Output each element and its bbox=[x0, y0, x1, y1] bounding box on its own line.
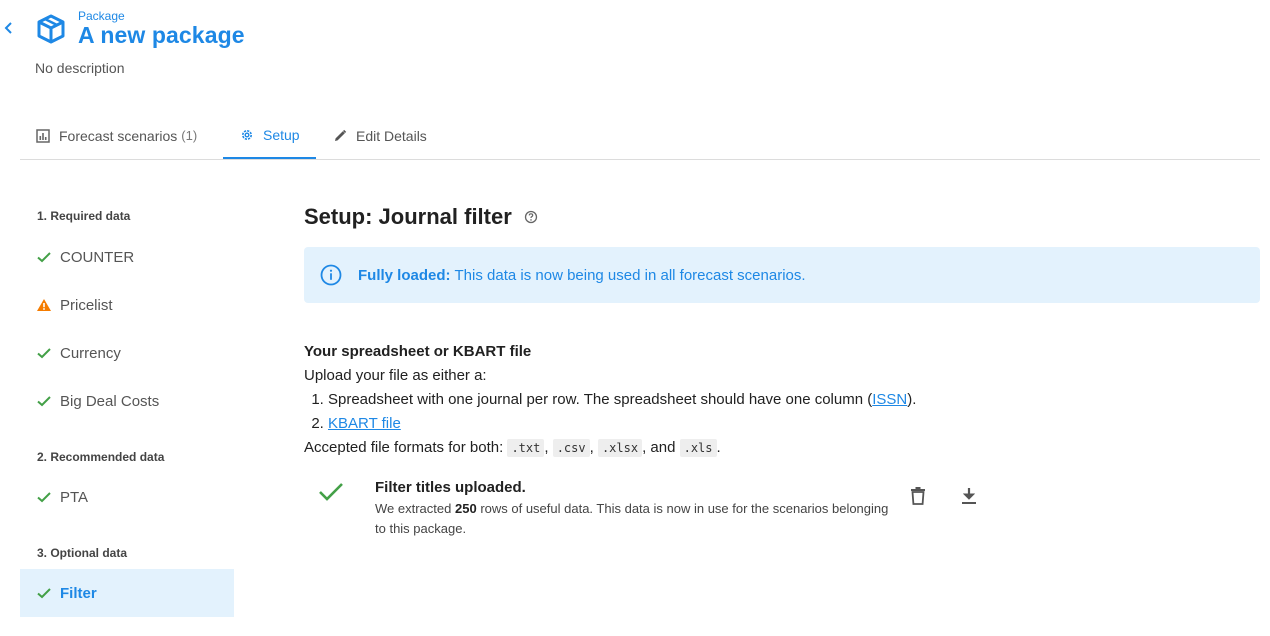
format-code: .xlsx bbox=[597, 439, 643, 457]
sidebar-item-pricelist[interactable]: Pricelist bbox=[20, 281, 234, 329]
download-button[interactable] bbox=[955, 482, 983, 510]
tab-label: Edit Details bbox=[356, 127, 427, 144]
chevron-left-icon bbox=[4, 22, 12, 34]
check-icon bbox=[36, 251, 52, 263]
download-icon bbox=[962, 488, 976, 504]
upload-intro: Upload your file as either a: bbox=[304, 367, 487, 384]
sidebar-item-label: Currency bbox=[60, 344, 121, 362]
page-title: A new package bbox=[78, 22, 245, 48]
check-icon bbox=[36, 491, 52, 503]
tab-bar: Forecast scenarios (1) Setup Edit Detail… bbox=[20, 112, 1260, 160]
option-text: Spreadsheet with one journal per row. Th… bbox=[328, 391, 873, 408]
check-icon bbox=[319, 483, 343, 501]
format-code: .csv bbox=[552, 439, 590, 457]
uploaded-file-status: Filter titles uploaded. We extracted 250… bbox=[304, 478, 1004, 542]
list-item: Spreadsheet with one journal per row. Th… bbox=[328, 388, 1004, 412]
and-word: and bbox=[650, 439, 676, 456]
tab-label: Setup bbox=[263, 126, 300, 143]
info-icon bbox=[320, 264, 342, 286]
kbart-file-link[interactable]: KBART file bbox=[328, 415, 401, 432]
sidebar-item-label: PTA bbox=[60, 488, 89, 506]
package-icon bbox=[37, 14, 65, 44]
sidebar-item-filter[interactable]: Filter bbox=[20, 569, 234, 617]
upload-heading: Your spreadsheet or KBART file bbox=[304, 343, 532, 360]
sidebar-heading-required: 1. Required data bbox=[37, 209, 131, 223]
sidebar-heading-optional: 3. Optional data bbox=[37, 546, 128, 560]
sidebar-item-label: Pricelist bbox=[60, 296, 113, 314]
check-icon bbox=[36, 395, 52, 407]
package-description: No description bbox=[35, 60, 125, 76]
bar-chart-icon bbox=[36, 128, 50, 143]
back-button[interactable] bbox=[0, 18, 18, 38]
pencil-icon bbox=[335, 129, 347, 141]
status-alert: Fully loaded: This data is now being use… bbox=[304, 247, 1260, 303]
row-count: 250 bbox=[454, 501, 477, 516]
help-icon[interactable] bbox=[524, 210, 538, 224]
sidebar-item-currency[interactable]: Currency bbox=[20, 329, 234, 377]
gear-icon bbox=[242, 129, 252, 140]
sidebar-item-counter[interactable]: COUNTER bbox=[20, 233, 234, 281]
sidebar-item-pta[interactable]: PTA bbox=[20, 473, 234, 521]
tab-label: Forecast scenarios bbox=[59, 127, 178, 144]
alert-strong: Fully loaded: bbox=[358, 266, 451, 284]
warning-icon bbox=[36, 298, 52, 312]
accepted-formats: Accepted file formats for both: .txt, .c… bbox=[304, 439, 721, 457]
upload-status-description: We extracted 250 rows of useful data. Th… bbox=[375, 499, 895, 539]
check-icon bbox=[36, 347, 52, 359]
sidebar-item-label: Filter bbox=[60, 584, 97, 602]
check-icon bbox=[36, 587, 52, 599]
list-item: KBART file bbox=[328, 412, 1004, 436]
scenario-count: (1) bbox=[181, 128, 198, 143]
section-title-text: Setup: Journal filter bbox=[304, 204, 512, 229]
tab-forecast-scenarios[interactable]: Forecast scenarios (1) bbox=[36, 112, 197, 159]
tab-setup[interactable]: Setup bbox=[223, 112, 316, 159]
format-code: .xls bbox=[679, 439, 717, 457]
page-kicker: Package bbox=[78, 9, 125, 23]
section-title: Setup: Journal filter bbox=[304, 204, 538, 230]
sidebar-heading-recommended: 2. Recommended data bbox=[37, 450, 165, 464]
sidebar-item-label: COUNTER bbox=[60, 248, 135, 266]
upload-status-title: Filter titles uploaded. bbox=[375, 479, 526, 496]
sidebar-item-label: Big Deal Costs bbox=[60, 392, 160, 410]
trash-icon bbox=[911, 487, 925, 505]
option-text-end: ). bbox=[907, 391, 917, 408]
format-code: .txt bbox=[507, 439, 545, 457]
delete-button[interactable] bbox=[904, 482, 932, 510]
desc-suffix: rows of useful data. This data is now in… bbox=[375, 501, 889, 536]
upload-options-list: Spreadsheet with one journal per row. Th… bbox=[304, 388, 1004, 436]
formats-prefix: Accepted file formats for both: bbox=[304, 439, 504, 456]
tab-edit-details[interactable]: Edit Details bbox=[333, 112, 427, 159]
upload-instructions: Your spreadsheet or KBART file Upload yo… bbox=[304, 340, 1004, 460]
issn-link[interactable]: ISSN bbox=[872, 391, 907, 408]
desc-prefix: We extracted bbox=[375, 501, 452, 516]
sidebar-item-big-deal-costs[interactable]: Big Deal Costs bbox=[20, 377, 234, 425]
alert-text: This data is now being used in all forec… bbox=[454, 266, 806, 284]
